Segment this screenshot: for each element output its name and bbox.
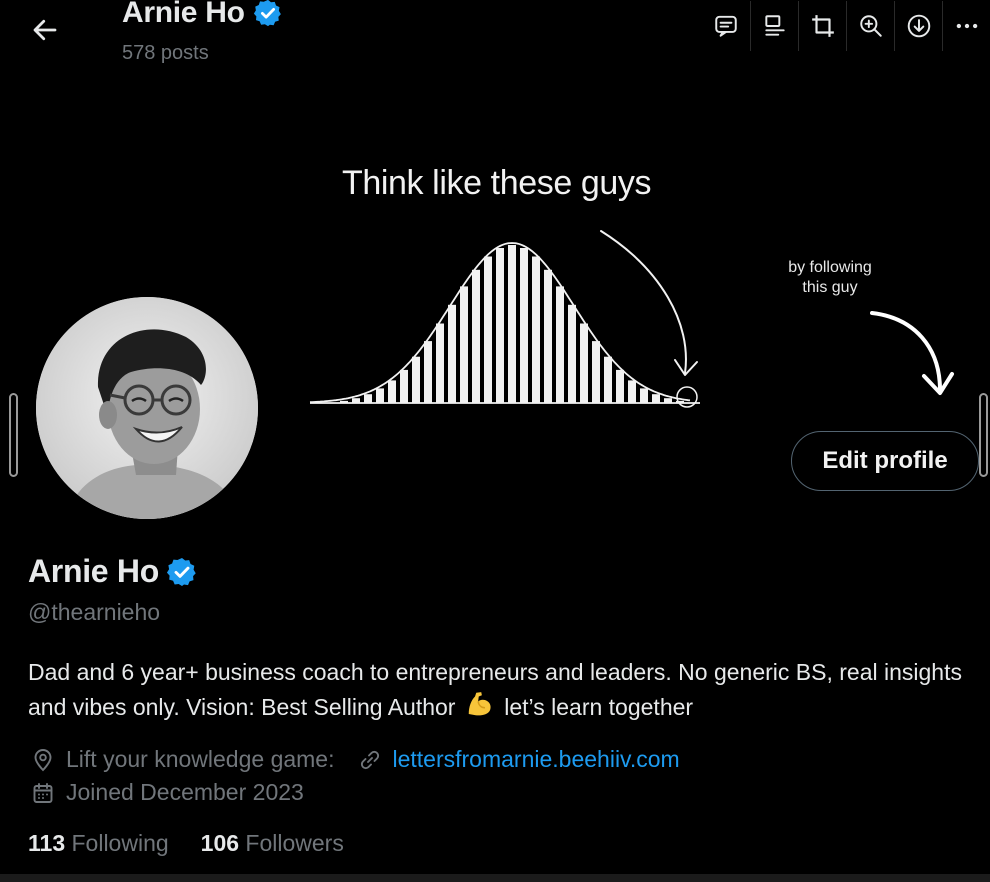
verified-badge-icon[interactable] bbox=[166, 556, 198, 588]
profile-page: Arnie Ho 578 posts Think like these guys… bbox=[0, 0, 990, 882]
banner-title: Think like these guys bbox=[342, 164, 652, 202]
followers-label: Followers bbox=[245, 830, 344, 856]
curve-bar bbox=[496, 248, 504, 403]
followers-count: 106 bbox=[200, 830, 240, 856]
crop-button[interactable] bbox=[798, 1, 846, 51]
download-icon bbox=[907, 14, 930, 38]
avatar-portrait bbox=[36, 297, 258, 519]
banner-side-line-2: this guy bbox=[802, 279, 858, 296]
header-title: Arnie Ho bbox=[122, 0, 283, 30]
edit-profile-button[interactable]: Edit profile bbox=[791, 431, 979, 491]
pointer-arrow-1 bbox=[600, 230, 687, 374]
curve-bar bbox=[556, 286, 564, 403]
location-pin-icon bbox=[30, 747, 56, 773]
curve-bar bbox=[436, 323, 444, 403]
curve-bar bbox=[604, 356, 612, 403]
following-label: Following bbox=[71, 830, 169, 856]
comment-icon bbox=[715, 15, 737, 37]
bio-text-2: let’s learn together bbox=[504, 694, 694, 720]
curve-bar bbox=[448, 304, 456, 403]
post-count: 578 posts bbox=[122, 42, 209, 64]
curve-bar bbox=[532, 256, 540, 403]
follow-stats: 113 Following 106 Followers bbox=[28, 830, 344, 857]
curve-bar bbox=[364, 394, 372, 403]
joined-date: Joined December 2023 bbox=[66, 779, 304, 805]
curve-bar bbox=[568, 304, 576, 403]
flexed-biceps-icon bbox=[468, 692, 491, 716]
curve-bar bbox=[580, 323, 588, 403]
text-align-icon bbox=[764, 15, 785, 36]
bio-text-1: Dad and 6 year+ business coach to entrep… bbox=[28, 659, 962, 720]
curve-bar bbox=[484, 256, 492, 403]
image-toolbar bbox=[702, 0, 990, 52]
curve-bar bbox=[520, 248, 528, 403]
curve-bar bbox=[376, 388, 384, 403]
calendar-icon bbox=[30, 780, 56, 806]
left-drag-handle[interactable] bbox=[9, 393, 18, 477]
more-icon bbox=[956, 23, 977, 29]
verified-badge-icon bbox=[253, 0, 281, 27]
text-button[interactable] bbox=[750, 1, 798, 51]
banner-side-line-1: by following bbox=[788, 259, 872, 276]
website-link[interactable]: lettersfromarnie.beehiiv.com bbox=[393, 746, 680, 773]
curve-bar bbox=[388, 380, 396, 403]
curve-bar bbox=[424, 341, 432, 403]
location-text: Lift your knowledge game: bbox=[66, 746, 335, 772]
avatar[interactable] bbox=[32, 293, 262, 523]
link-icon bbox=[357, 747, 383, 773]
curve-bar bbox=[640, 388, 648, 403]
more-button[interactable] bbox=[942, 1, 990, 51]
curve-bar bbox=[412, 356, 420, 403]
display-name: Arnie Ho bbox=[28, 553, 159, 589]
curve-bar bbox=[592, 341, 600, 403]
curve-bar bbox=[472, 269, 480, 403]
curve-bar bbox=[628, 380, 636, 403]
website-link-group: lettersfromarnie.beehiiv.com bbox=[357, 746, 680, 773]
zoom-button[interactable] bbox=[846, 1, 894, 51]
header-name: Arnie Ho bbox=[122, 0, 245, 29]
profile-meta-joined: Joined December 2023 bbox=[30, 779, 304, 806]
curve-bar bbox=[460, 286, 468, 403]
right-drag-handle[interactable] bbox=[979, 393, 988, 477]
profile-bio: Dad and 6 year+ business coach to entrep… bbox=[28, 656, 986, 724]
following-link[interactable]: 113 Following bbox=[28, 830, 169, 857]
arrow-left-icon bbox=[33, 19, 57, 41]
curve-bar bbox=[508, 245, 516, 403]
curve-bar bbox=[652, 394, 660, 403]
following-count: 113 bbox=[28, 830, 66, 856]
banner-side-text: by following this guy bbox=[770, 258, 890, 298]
profile-meta-location: Lift your knowledge game: lettersfromarn… bbox=[30, 746, 680, 773]
crop-icon bbox=[811, 15, 834, 37]
curve-bar bbox=[544, 269, 552, 403]
comment-button[interactable] bbox=[702, 1, 750, 51]
pointer-arrow-2 bbox=[870, 311, 942, 392]
bottom-edge bbox=[0, 874, 990, 882]
profile-name-row: Arnie Ho bbox=[28, 553, 198, 590]
zoom-in-icon bbox=[859, 15, 882, 37]
followers-link[interactable]: 106 Followers bbox=[201, 830, 344, 857]
user-handle: @thearnieho bbox=[28, 599, 161, 625]
download-button[interactable] bbox=[894, 1, 942, 51]
tail-circle-marker bbox=[676, 386, 698, 408]
curve-bar bbox=[616, 369, 624, 403]
curve-bar bbox=[400, 369, 408, 403]
back-button[interactable] bbox=[22, 10, 68, 50]
